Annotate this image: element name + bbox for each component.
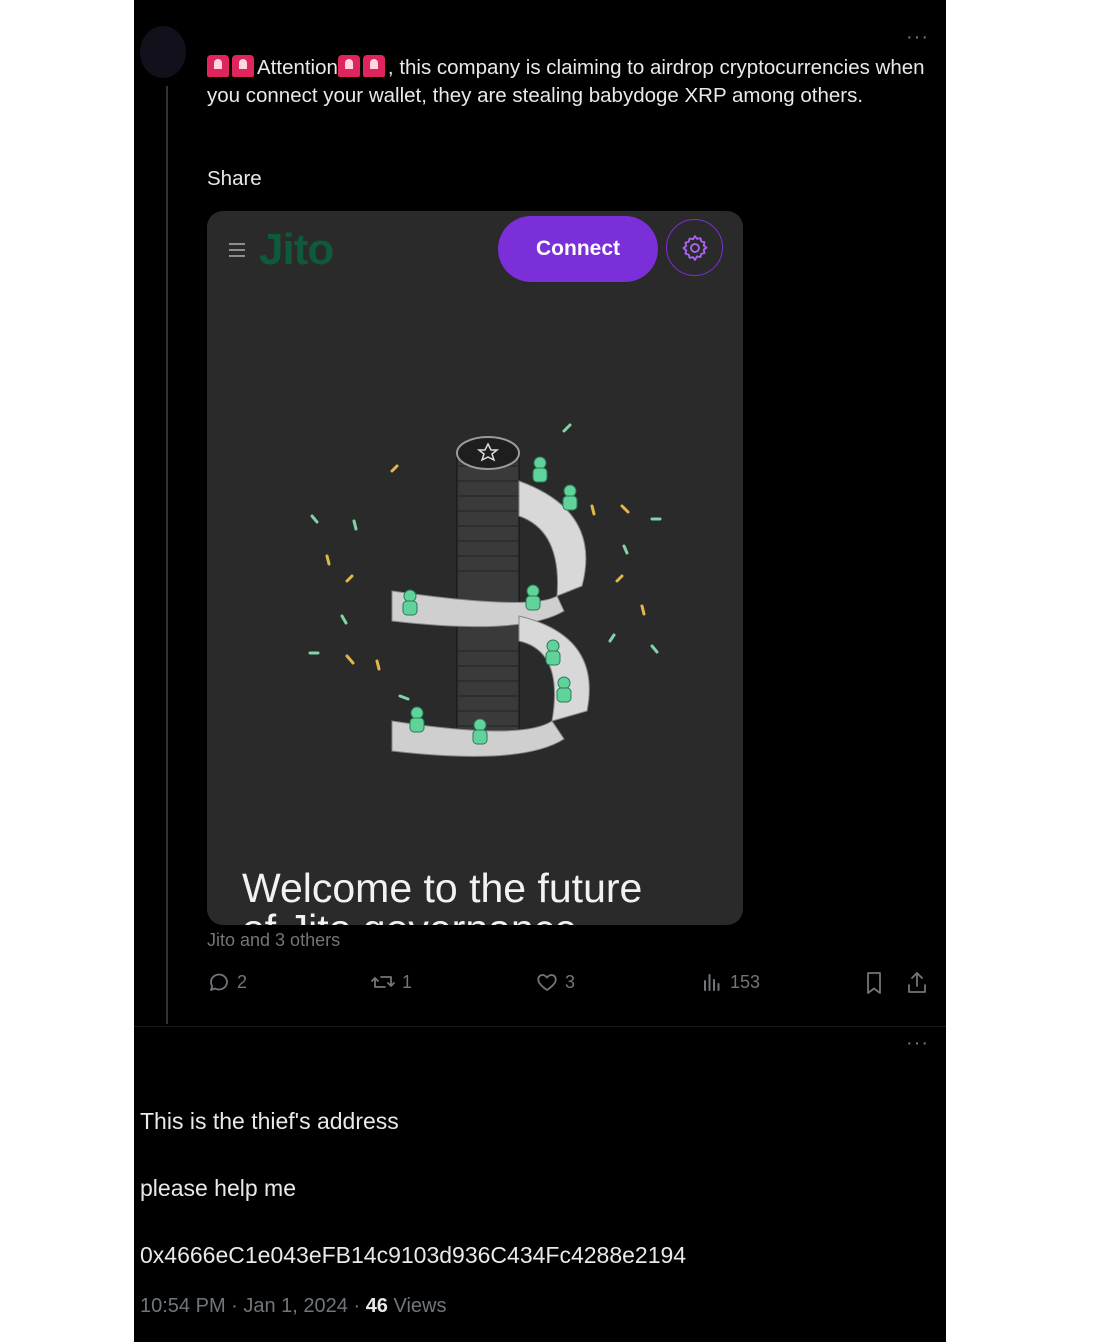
siren-emoji-icon [232,55,254,77]
reply-avatar[interactable] [140,1036,180,1056]
welcome-heading-line2: of Jito governance [242,904,577,925]
siren-emoji-icon [362,55,385,77]
embedded-image[interactable]: Jito Connect Welcome to the future [207,211,743,925]
divider [134,1026,946,1027]
post-text-attention: Attention [257,56,338,79]
siren-emoji-icon [207,55,229,77]
share-button[interactable] [905,970,929,996]
siren-emoji-icon [337,55,360,77]
thread-line [166,86,168,1024]
heart-icon [537,974,557,991]
repost-count: 1 [402,971,413,992]
views-count: 46 [365,1295,388,1317]
repost-icon [371,976,395,988]
gear-icon [682,235,708,261]
coin-staircase-illustration [308,423,662,757]
view-count: 153 [730,971,761,992]
tweet-frame: ··· Attention, this company is claiming … [134,0,946,1342]
more-options-button[interactable]: ··· [906,27,929,47]
analytics-icon [704,974,720,991]
reply-line-2: please help me [140,1175,296,1201]
upload-share-icon [908,972,926,993]
action-bar: 2 1 3 153 [207,970,937,1000]
wallet-address: 0x4666eC1e043eFB14c9103d936C434Fc4288e21… [140,1242,687,1268]
repost-button[interactable]: 1 [370,970,412,994]
reply-button[interactable]: 2 [207,970,247,994]
post-timestamp[interactable]: 10:54 PM · Jan 1, 2024 · [140,1295,366,1317]
settings-button [666,219,723,276]
like-button[interactable]: 3 [535,970,575,994]
bookmark-icon [867,972,881,994]
tagged-users[interactable]: Jito and 3 others [207,930,340,951]
reply-more-options-button[interactable]: ··· [906,1033,929,1053]
avatar[interactable] [140,26,186,78]
bookmark-button[interactable] [862,970,886,996]
connect-button: Connect [498,216,658,282]
hamburger-menu-icon [229,243,245,261]
post-text: Attention, this company is claiming to a… [207,54,937,110]
post-metadata: 10:54 PM · Jan 1, 2024 · 46 Views [140,1295,446,1318]
views-label: Views [387,1295,447,1317]
like-count: 3 [565,971,576,992]
jito-logo: Jito [259,225,334,274]
reply-icon [210,973,228,991]
share-text: Share [207,167,262,190]
reply-line-1: This is the thief's address [140,1108,399,1134]
views-button[interactable]: 153 [700,970,760,994]
reply-count: 2 [237,971,248,992]
